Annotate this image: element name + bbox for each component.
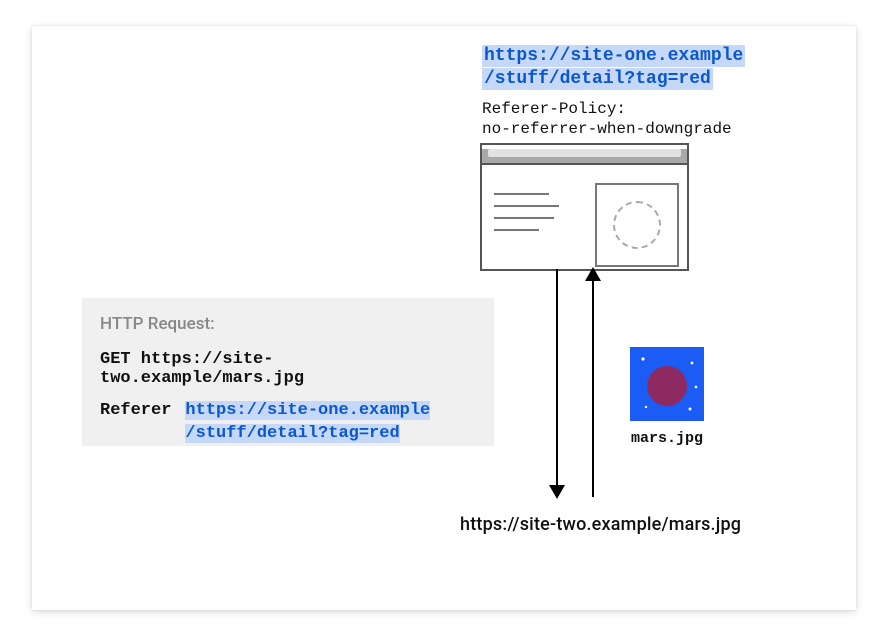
mars-thumbnail bbox=[630, 347, 704, 421]
http-get-line: GET https://site-two.example/mars.jpg bbox=[100, 350, 476, 388]
diagram-canvas: https://site-one.example /stuff/detail?t… bbox=[0, 0, 888, 636]
http-referer-value-line2: /stuff/detail?tag=red bbox=[185, 424, 399, 443]
target-url: https://site-two.example/mars.jpg bbox=[460, 514, 741, 535]
http-referer-value: https://site-one.example /stuff/detail?t… bbox=[185, 400, 430, 446]
referer-policy-label: Referer-Policy: bbox=[482, 100, 626, 118]
mars-label: mars.jpg bbox=[622, 430, 712, 447]
origin-url-line1: https://site-one.example bbox=[482, 45, 745, 67]
http-request-box: HTTP Request: GET https://site-two.examp… bbox=[82, 298, 494, 446]
referer-policy-value: no-referrer-when-downgrade bbox=[482, 120, 732, 138]
browser-window-icon bbox=[480, 143, 689, 271]
origin-url: https://site-one.example /stuff/detail?t… bbox=[482, 45, 745, 92]
origin-url-line2: /stuff/detail?tag=red bbox=[482, 68, 713, 90]
http-request-title: HTTP Request: bbox=[100, 314, 476, 334]
dotted-circle-icon bbox=[613, 201, 661, 249]
text-lines-icon bbox=[494, 193, 564, 241]
arrow-down-icon bbox=[556, 269, 558, 497]
browser-titlebar-icon bbox=[482, 149, 687, 165]
diagram-card: https://site-one.example /stuff/detail?t… bbox=[32, 26, 856, 610]
http-referer-value-line1: https://site-one.example bbox=[185, 401, 430, 420]
referer-policy: Referer-Policy: no-referrer-when-downgra… bbox=[482, 99, 732, 139]
http-referer-label: Referer bbox=[100, 400, 171, 420]
browser-body-icon bbox=[482, 165, 687, 275]
image-placeholder-icon bbox=[595, 183, 679, 267]
mars-image-icon bbox=[630, 347, 704, 421]
browser-urlbar-icon bbox=[488, 149, 681, 157]
arrow-up-icon bbox=[592, 269, 594, 497]
